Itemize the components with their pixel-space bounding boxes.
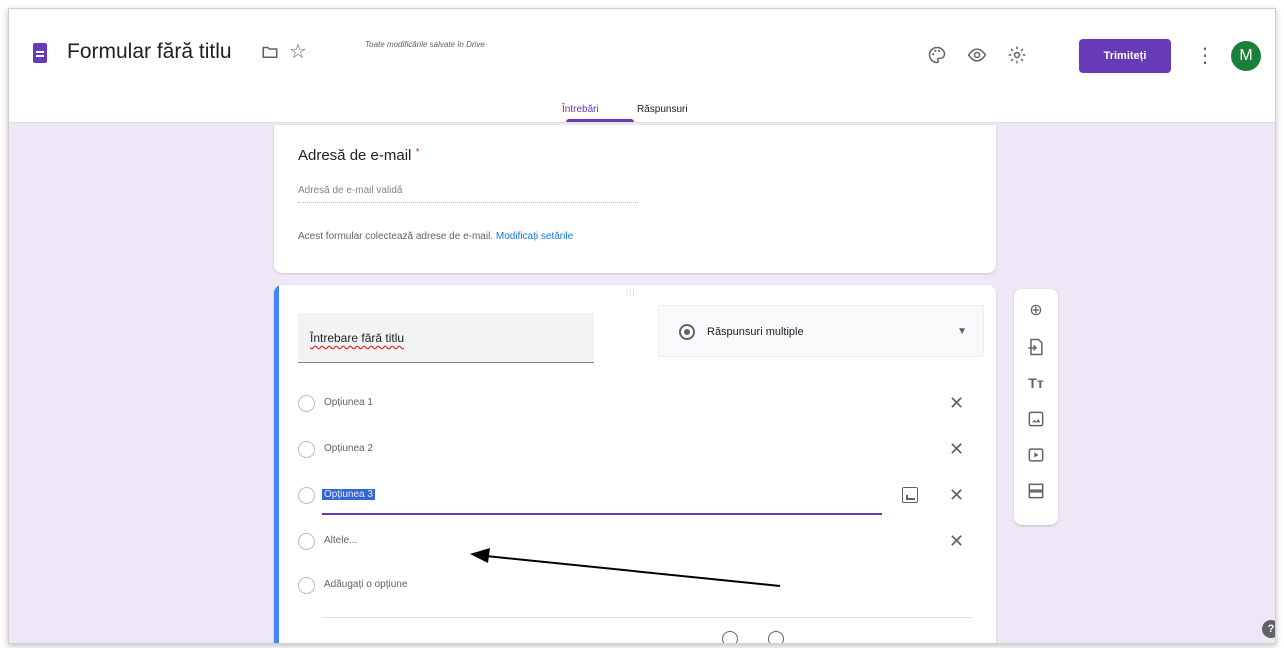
add-video-icon[interactable] (1026, 445, 1046, 465)
top-header: Formular fără titlu ☆ Toate modificările… (9, 9, 1275, 123)
option-label-selected[interactable]: Opțiunea 3 (322, 489, 375, 500)
add-title-icon[interactable]: Tт (1026, 373, 1046, 393)
question-type-dropdown[interactable]: Răspunsuri multiple ▼ (658, 305, 984, 357)
form-title[interactable]: Formular fără titlu (67, 40, 232, 64)
question-card[interactable]: ⁞⁞⁞ Întrebare fără titlu Răspunsuri mult… (274, 285, 996, 643)
side-toolbar: ⊕ Tт (1014, 289, 1058, 525)
add-image-icon[interactable] (902, 487, 918, 503)
palette-icon[interactable] (927, 45, 947, 65)
folder-icon[interactable] (261, 43, 279, 61)
option-row[interactable]: Opțiunea 2 ✕ (298, 435, 968, 465)
add-image-icon[interactable] (1026, 409, 1046, 429)
email-answer-field: Adresă de e-mail validă (298, 185, 638, 203)
option-radio-icon (298, 395, 315, 412)
question-title-input[interactable]: Întrebare fără titlu (310, 331, 404, 345)
drag-handle-icon[interactable]: ⁞⁞⁞ (626, 289, 636, 298)
option-label[interactable]: Opțiunea 2 (324, 443, 373, 454)
question-type-label: Răspunsuri multiple (707, 326, 804, 338)
option-radio-icon (298, 577, 315, 594)
active-question-indicator (274, 285, 279, 643)
remove-option-icon[interactable]: ✕ (949, 531, 964, 552)
send-button[interactable]: Trimiteți (1079, 39, 1171, 73)
dropdown-arrow-icon: ▼ (957, 326, 967, 337)
required-asterisk: * (415, 147, 420, 158)
remove-option-icon[interactable]: ✕ (949, 439, 964, 460)
star-icon[interactable]: ☆ (289, 39, 307, 64)
other-option-row[interactable]: Altele... ✕ (298, 527, 968, 557)
settings-gear-icon[interactable] (1007, 45, 1027, 65)
radio-button-icon (679, 324, 695, 340)
card-footer-divider (322, 617, 972, 618)
help-icon[interactable]: ? (1262, 620, 1275, 638)
tab-responses[interactable]: Răspunsuri (637, 104, 688, 115)
add-option-label[interactable]: Adăugați o opțiune (324, 579, 407, 590)
active-input-underline (322, 513, 882, 515)
option-radio-icon (298, 487, 315, 504)
add-section-icon[interactable] (1026, 481, 1046, 501)
option-row-active[interactable]: Opțiunea 3 ✕ (298, 481, 968, 515)
delete-icon[interactable] (768, 631, 784, 643)
app-window: Formular fără titlu ☆ Toate modificările… (8, 8, 1276, 644)
option-row[interactable]: Opțiunea 1 ✕ (298, 389, 968, 419)
copy-icon[interactable] (722, 631, 738, 643)
email-title-text: Adresă de e-mail (298, 147, 412, 164)
change-settings-link[interactable]: Modificați setările (496, 231, 573, 242)
remove-option-icon[interactable]: ✕ (949, 393, 964, 414)
email-question-title: Adresă de e-mail * (298, 147, 419, 164)
email-collection-note: Acest formular colectează adrese de e-ma… (298, 231, 573, 242)
email-question-card[interactable]: Adresă de e-mail * Adresă de e-mail vali… (274, 125, 996, 273)
import-questions-icon[interactable] (1026, 337, 1046, 357)
add-option-row[interactable]: Adăugați o opțiune (298, 571, 968, 601)
email-note-text: Acest formular colectează adrese de e-ma… (298, 231, 494, 242)
tab-questions[interactable]: Întrebări (562, 104, 599, 115)
question-title-field[interactable]: Întrebare fără titlu (298, 313, 594, 363)
more-vert-icon[interactable]: ⋮ (1195, 43, 1215, 68)
active-tab-indicator (566, 119, 634, 122)
other-option-label: Altele... (324, 535, 358, 546)
preview-eye-icon[interactable] (967, 45, 987, 65)
save-status: Toate modificările salvate în Drive (365, 40, 485, 49)
remove-option-icon[interactable]: ✕ (949, 485, 964, 506)
option-radio-icon (298, 533, 315, 550)
add-question-icon[interactable]: ⊕ (1026, 301, 1046, 321)
option-label[interactable]: Opțiunea 1 (324, 397, 373, 408)
form-editor-area: Adresă de e-mail * Adresă de e-mail vali… (9, 123, 1275, 643)
avatar[interactable]: M (1231, 41, 1261, 71)
option-radio-icon (298, 441, 315, 458)
forms-doc-icon[interactable] (33, 43, 47, 63)
